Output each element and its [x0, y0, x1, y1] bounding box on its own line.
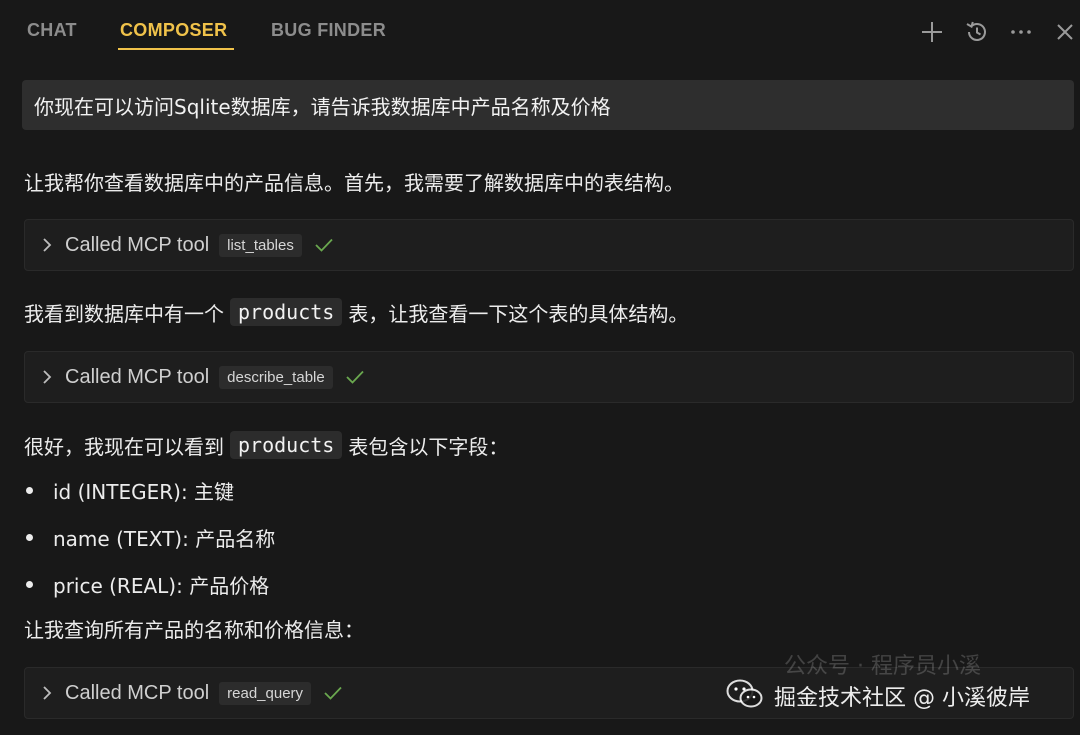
tool-call-row-list-tables[interactable]: Called MCP tool list_tables [24, 219, 1074, 271]
check-icon [323, 683, 343, 703]
assistant-message-intro: 让我帮你查看数据库中的产品信息。首先，我需要了解数据库中的表结构。 [24, 170, 684, 195]
list-item: name (TEXT): 产品名称 [24, 520, 275, 554]
list-item-text: price (REAL): 产品价格 [53, 573, 270, 598]
check-icon [314, 235, 334, 255]
chevron-right-icon [39, 685, 55, 701]
inline-code: products [230, 298, 343, 326]
watermark: 掘金技术社区 @ 小溪彼岸 [726, 672, 1030, 720]
tool-name-badge: read_query [219, 681, 312, 705]
tab-chat[interactable]: CHAT [27, 20, 77, 41]
tab-composer[interactable]: COMPOSER [120, 20, 227, 41]
tool-call-row-describe-table[interactable]: Called MCP tool describe_table [24, 351, 1074, 403]
tool-name-badge: describe_table [219, 365, 333, 389]
tab-bar: CHAT COMPOSER BUG FINDER [0, 0, 1080, 66]
list-item: id (INTEGER): 主键 [24, 473, 234, 507]
check-icon [345, 367, 365, 387]
user-prompt-text: 你现在可以访问Sqlite数据库，请告诉我数据库中产品名称及价格 [34, 94, 611, 119]
more-icon[interactable] [1007, 18, 1035, 46]
bullet-dot [26, 533, 33, 541]
history-icon[interactable] [963, 18, 991, 46]
assistant-message-found: 我看到数据库中有一个 products 表，让我查看一下这个表的具体结构。 [24, 295, 688, 329]
tool-call-label: Called MCP tool [65, 681, 210, 704]
list-item-text: id (INTEGER): 主键 [53, 479, 235, 504]
tab-bug-finder[interactable]: BUG FINDER [271, 20, 386, 41]
assistant-message-query: 让我查询所有产品的名称和价格信息： [24, 617, 364, 642]
list-item: price (REAL): 产品价格 [24, 567, 269, 601]
message-text: 表包含以下字段： [348, 434, 509, 459]
watermark-text: 掘金技术社区 @ 小溪彼岸 [774, 686, 1030, 711]
close-icon[interactable] [1051, 18, 1079, 46]
message-text: 我看到数据库中有一个 [24, 301, 224, 326]
plus-icon[interactable] [918, 18, 946, 46]
message-text: 很好，我现在可以看到 [24, 434, 224, 459]
tool-call-label: Called MCP tool [65, 233, 210, 256]
list-item-text: name (TEXT): 产品名称 [53, 526, 276, 551]
tool-name-badge: list_tables [219, 233, 302, 257]
user-prompt[interactable]: 你现在可以访问Sqlite数据库，请告诉我数据库中产品名称及价格 [22, 80, 1074, 130]
inline-code: products [230, 431, 343, 459]
chevron-right-icon [39, 237, 55, 253]
wechat-logo-icon [726, 678, 764, 714]
assistant-message-fields: 很好，我现在可以看到 products 表包含以下字段： [24, 428, 508, 462]
bullet-dot [26, 580, 33, 588]
message-text: 表，让我查看一下这个表的具体结构。 [348, 301, 689, 326]
tool-call-label: Called MCP tool [65, 365, 210, 388]
active-tab-indicator [118, 48, 234, 50]
chevron-right-icon [39, 369, 55, 385]
bullet-dot [26, 486, 33, 494]
